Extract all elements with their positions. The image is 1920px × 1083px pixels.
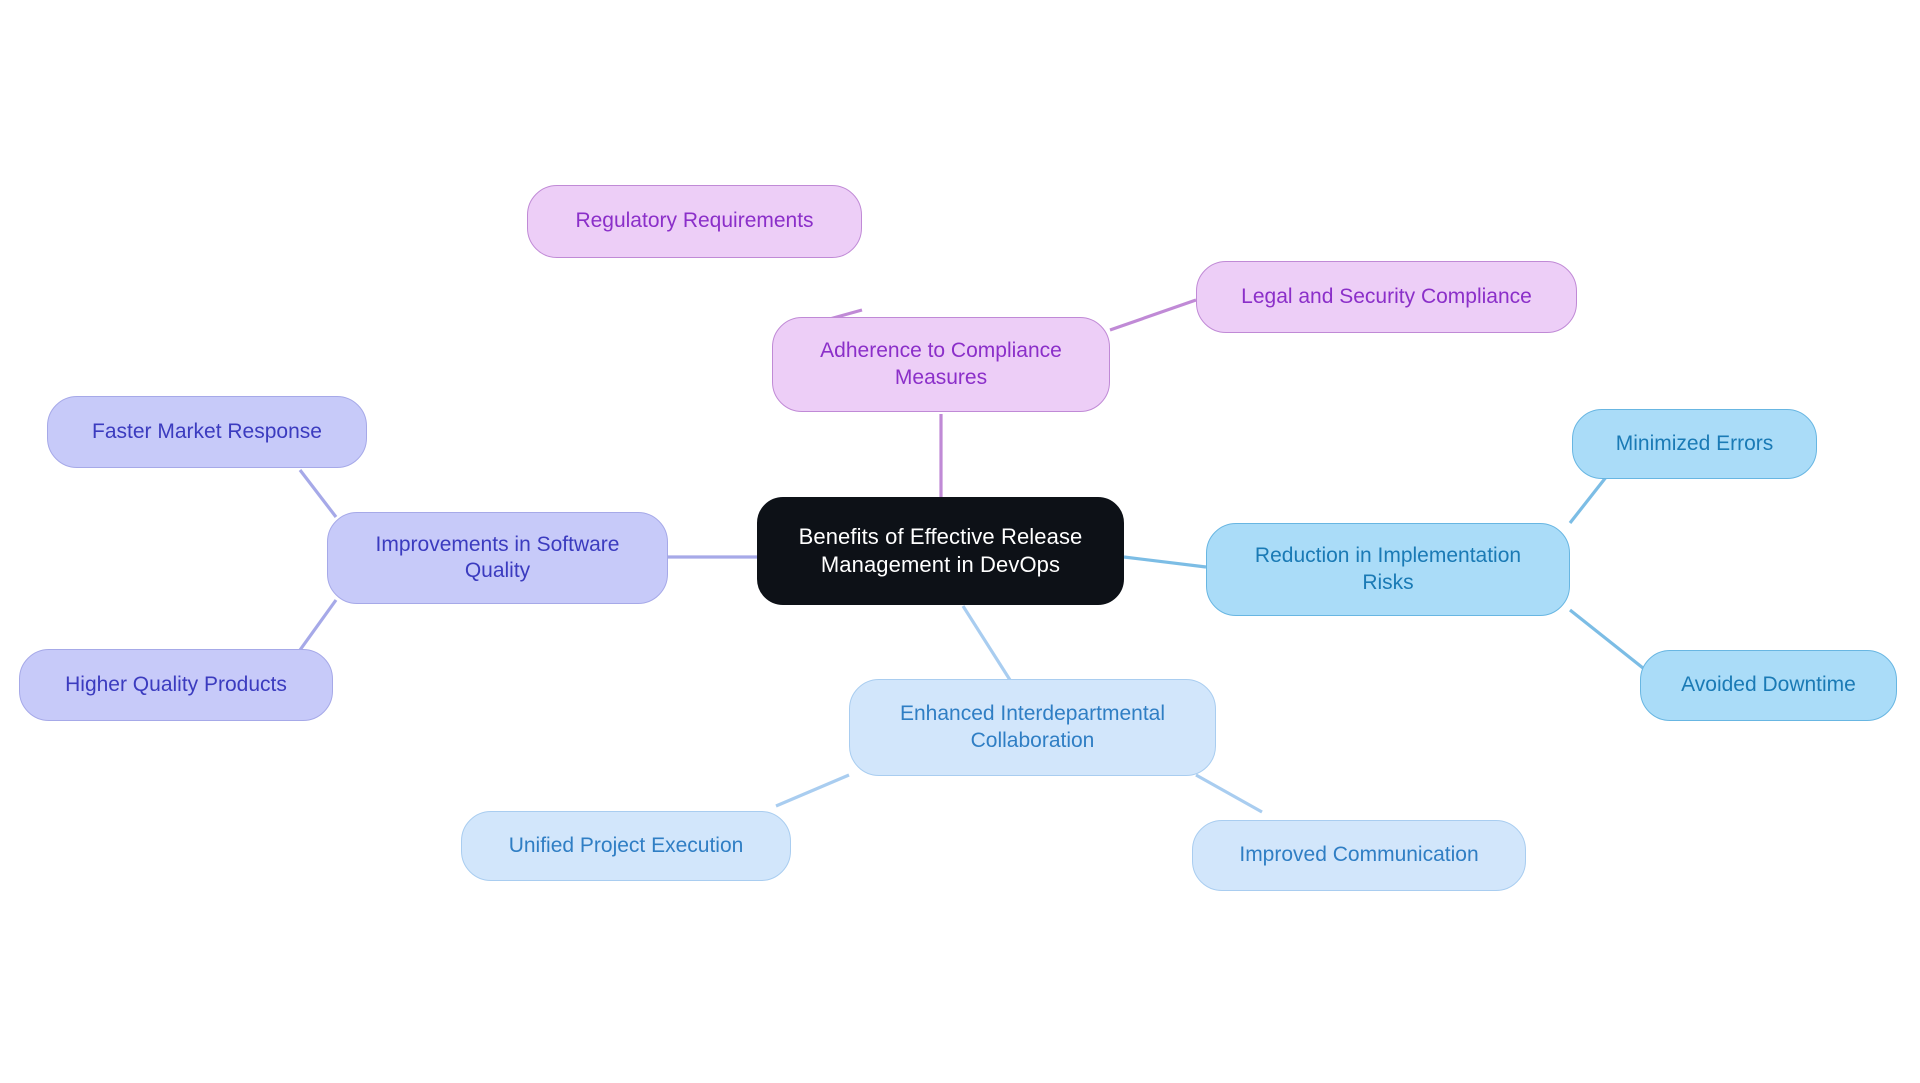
edge-implementation-risks-to-avoided-downtime xyxy=(1569,608,1649,674)
node-unified-project-execution[interactable]: Unified Project Execution xyxy=(461,811,791,881)
node-reduction-in-implementation-risks[interactable]: Reduction in Implementation Risks xyxy=(1206,523,1570,616)
edge-software-quality-to-higher-quality-products xyxy=(298,599,338,651)
node-enhanced-interdepartmental-collaboration[interactable]: Enhanced Interdepartmental Collaboration xyxy=(849,679,1216,776)
node-root[interactable]: Benefits of Effective Release Management… xyxy=(757,497,1124,605)
node-improved-communication[interactable]: Improved Communication xyxy=(1192,820,1526,891)
edge-compliance-to-legal-security-compliance xyxy=(1109,298,1197,332)
node-avoided-downtime[interactable]: Avoided Downtime xyxy=(1640,650,1897,721)
node-regulatory-requirements[interactable]: Regulatory Requirements xyxy=(527,185,862,258)
node-adherence-to-compliance-measures[interactable]: Adherence to Compliance Measures xyxy=(772,317,1110,412)
node-higher-quality-products[interactable]: Higher Quality Products xyxy=(19,649,333,721)
node-legal-and-security-compliance[interactable]: Legal and Security Compliance xyxy=(1196,261,1577,333)
edge-root-to-implementation-risks xyxy=(1123,555,1207,569)
node-improvements-in-software-quality[interactable]: Improvements in Software Quality xyxy=(327,512,668,604)
edge-software-quality-to-faster-market-response xyxy=(298,469,338,518)
node-faster-market-response[interactable]: Faster Market Response xyxy=(47,396,367,468)
mindmap-canvas: Benefits of Effective Release Management… xyxy=(0,0,1920,1083)
edge-collaboration-to-unified-project-execution xyxy=(775,773,850,808)
node-minimized-errors[interactable]: Minimized Errors xyxy=(1572,409,1817,479)
edge-collaboration-to-improved-communication xyxy=(1195,773,1263,814)
